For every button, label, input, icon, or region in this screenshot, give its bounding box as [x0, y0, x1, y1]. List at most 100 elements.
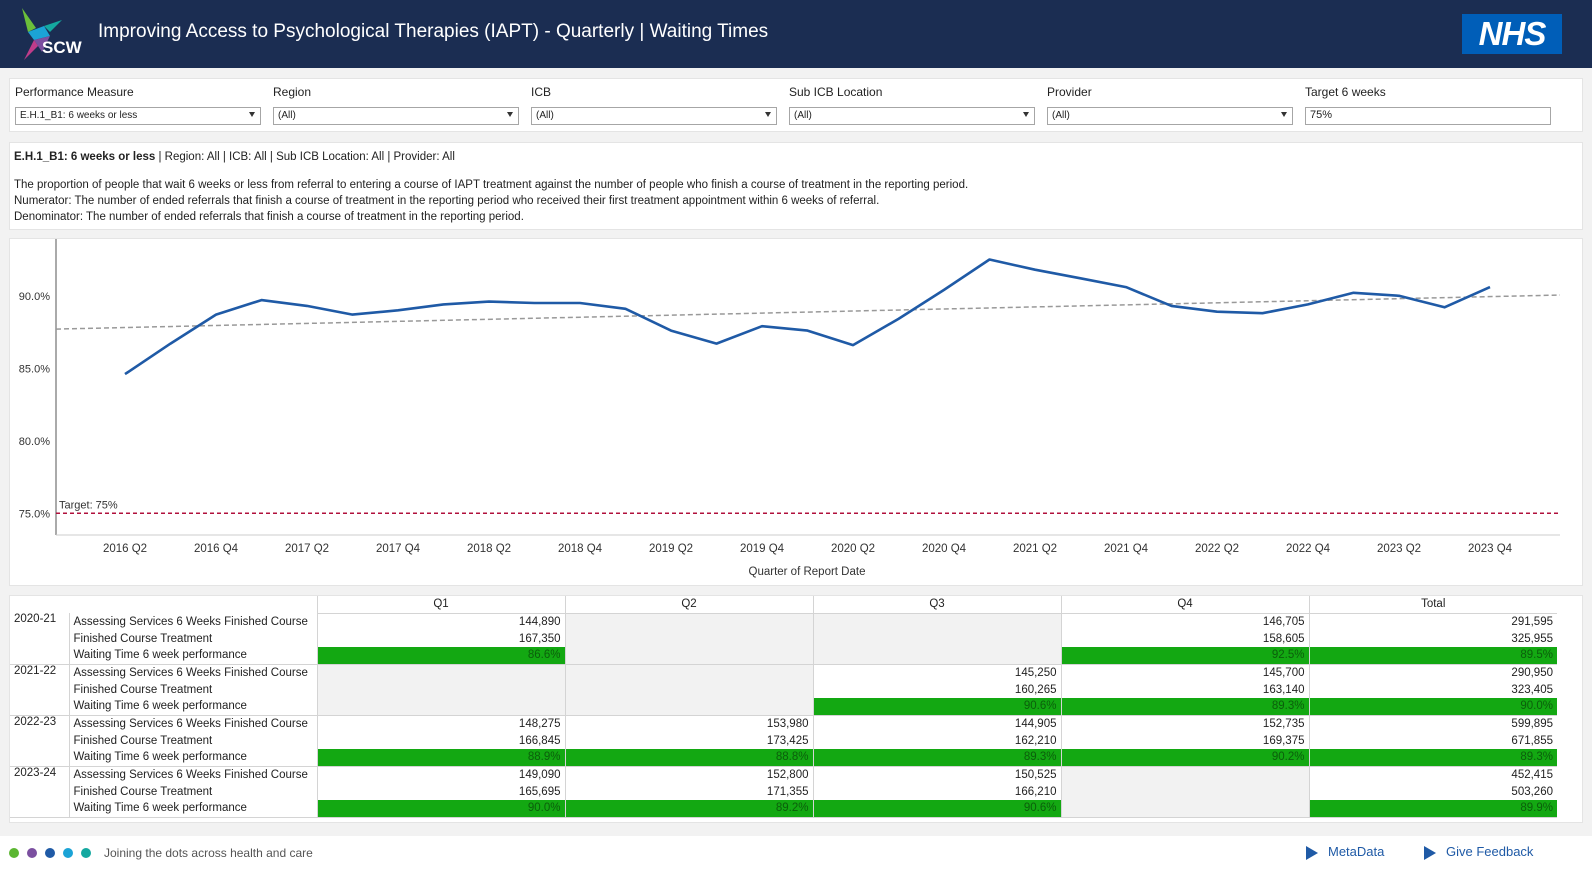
value-cell	[564, 664, 813, 681]
x-tick-label: 2019 Q2	[649, 543, 693, 555]
value-cell: 165,695	[316, 783, 565, 800]
select-value: (All)	[1052, 110, 1070, 121]
header-bar: SCW Improving Access to Psychological Th…	[0, 0, 1592, 68]
table-row: 2022-23 Assessing Services 6 Weeks Finish…	[10, 715, 1557, 767]
x-tick-label: 2022 Q4	[1286, 543, 1331, 555]
brand-dot-icon	[9, 848, 19, 858]
footer-tagline: Joining the dots across health and care	[104, 846, 313, 860]
brand-dot-icon	[27, 848, 37, 858]
year-label: 2021-22	[10, 664, 69, 716]
performance-cell: 89.3%	[812, 749, 1061, 767]
value-cell: 323,405	[1308, 681, 1557, 698]
metadata-link[interactable]: MetaData	[1306, 844, 1384, 860]
target-label: Target: 75%	[59, 499, 118, 511]
value-cell: 145,700	[1060, 664, 1309, 681]
y-tick-label: 80.0%	[19, 436, 50, 448]
metadata-link-label: MetaData	[1328, 844, 1385, 859]
value-cell: 144,905	[812, 715, 1061, 732]
scw-logo-text: SCW	[42, 38, 82, 57]
nhs-logo: NHS	[1462, 14, 1562, 54]
value-cell: 169,375	[1060, 732, 1309, 749]
y-tick-label: 75.0%	[19, 508, 50, 520]
filter-label: Target 6 weeks	[1305, 85, 1386, 99]
x-tick-label: 2023 Q4	[1468, 543, 1513, 555]
value-cell: 150,525	[812, 766, 1061, 783]
performance-cell: 90.0%	[1308, 698, 1557, 716]
denominator-definition: Denominator: The number of ended referra…	[14, 211, 524, 223]
x-tick-label: 2019 Q4	[740, 543, 785, 555]
filter-label: Region	[273, 85, 312, 99]
value-cell: 166,210	[812, 783, 1061, 800]
numerator-definition: Numerator: The number of ended referrals…	[14, 195, 880, 207]
performance-cell: 90.2%	[1060, 749, 1309, 767]
performance-measure-select[interactable]: E.H.1_B1: 6 weeks or less	[15, 107, 261, 125]
icb-select[interactable]: (All)	[531, 107, 777, 125]
provider-select[interactable]: (All)	[1047, 107, 1293, 125]
value-cell: 152,800	[564, 766, 813, 783]
select-value: E.H.1_B1: 6 weeks or less	[20, 110, 138, 121]
metric-label: Assessing Services 6 Weeks Finished Cour…	[68, 664, 317, 681]
value-cell: 503,260	[1308, 783, 1557, 800]
play-arrow-icon	[1424, 845, 1436, 860]
value-cell: 166,845	[316, 732, 565, 749]
chevron-down-icon	[1281, 112, 1287, 117]
filter-label: ICB	[531, 85, 552, 99]
value-cell: 153,980	[564, 715, 813, 732]
filter-label: Sub ICB Location	[789, 85, 883, 99]
value-cell	[812, 630, 1061, 647]
measure-definition: The proportion of people that wait 6 wee…	[14, 179, 969, 191]
metric-label: Finished Course Treatment	[68, 783, 317, 800]
y-tick-label: 85.0%	[19, 363, 50, 375]
quarterly-data-table-panel: Q1 Q2 Q3 Q4 Total 2020-21 Assessing Services …	[9, 595, 1583, 823]
value-cell: 173,425	[564, 732, 813, 749]
performance-cell: 89.9%	[1308, 800, 1557, 818]
value-cell: 149,090	[316, 766, 565, 783]
series-line	[124, 258, 1491, 376]
performance-cell	[564, 647, 813, 665]
value-cell: 145,250	[812, 664, 1061, 681]
table-row: 2020-21 Assessing Services 6 Weeks Finish…	[10, 613, 1557, 665]
select-value: (All)	[794, 110, 812, 121]
performance-cell	[812, 647, 1061, 665]
performance-cell: 88.8%	[564, 749, 813, 767]
measure-description-panel: E.H.1_B1: 6 weeks or less | Region: All …	[9, 142, 1583, 230]
give-feedback-link[interactable]: Give Feedback	[1424, 844, 1533, 860]
region-select[interactable]: (All)	[273, 107, 519, 125]
performance-cell: 89.2%	[564, 800, 813, 818]
value-cell: 167,350	[316, 630, 565, 647]
select-value: (All)	[278, 110, 296, 121]
metric-label: Assessing Services 6 Weeks Finished Cour…	[68, 715, 317, 732]
value-cell: 148,275	[316, 715, 565, 732]
x-axis-title: Quarter of Report Date	[749, 566, 866, 578]
column-header: Q1	[316, 596, 565, 614]
table-row: Finished Course Treatment 160,265 163,140 3…	[10, 681, 1557, 698]
column-header: Q3	[812, 596, 1061, 614]
value-cell	[316, 664, 565, 681]
chart-svg: 75.0% 80.0% 85.0% 90.0% 2016 Q2 2016 Q4 2017 Q…	[19, 239, 1561, 578]
metric-label: Finished Course Treatment	[68, 630, 317, 647]
filter-sub-icb-location: Sub ICB Location (All)	[789, 85, 1039, 129]
chevron-down-icon	[507, 112, 513, 117]
filter-region: Region (All)	[273, 85, 523, 129]
x-tick-label: 2017 Q4	[376, 543, 421, 555]
performance-cell: 90.6%	[812, 698, 1061, 716]
x-tick-label: 2018 Q2	[467, 543, 511, 555]
x-tick-label: 2016 Q2	[103, 543, 147, 555]
play-arrow-icon	[1306, 845, 1318, 860]
performance-cell: 89.3%	[1060, 698, 1309, 716]
value-cell: 162,210	[812, 732, 1061, 749]
metric-label: Waiting Time 6 week performance	[68, 647, 317, 665]
sub-icb-location-select[interactable]: (All)	[789, 107, 1035, 125]
target-6-weeks-input[interactable]: 75%	[1305, 107, 1551, 125]
give-feedback-link-label: Give Feedback	[1446, 844, 1534, 859]
year-label: 2020-21	[10, 613, 69, 665]
filter-provider: Provider (All)	[1047, 85, 1297, 129]
filter-bar: Performance Measure E.H.1_B1: 6 weeks or…	[9, 78, 1583, 132]
performance-cell: 90.6%	[812, 800, 1061, 818]
value-cell: 171,355	[564, 783, 813, 800]
brand-dot-icon	[63, 848, 73, 858]
x-tick-label: 2017 Q2	[285, 543, 329, 555]
table-row: 2023-24 Assessing Services 6 Weeks Finish…	[10, 766, 1557, 818]
x-tick-label: 2016 Q4	[194, 543, 239, 555]
x-tick-label: 2020 Q4	[922, 543, 967, 555]
